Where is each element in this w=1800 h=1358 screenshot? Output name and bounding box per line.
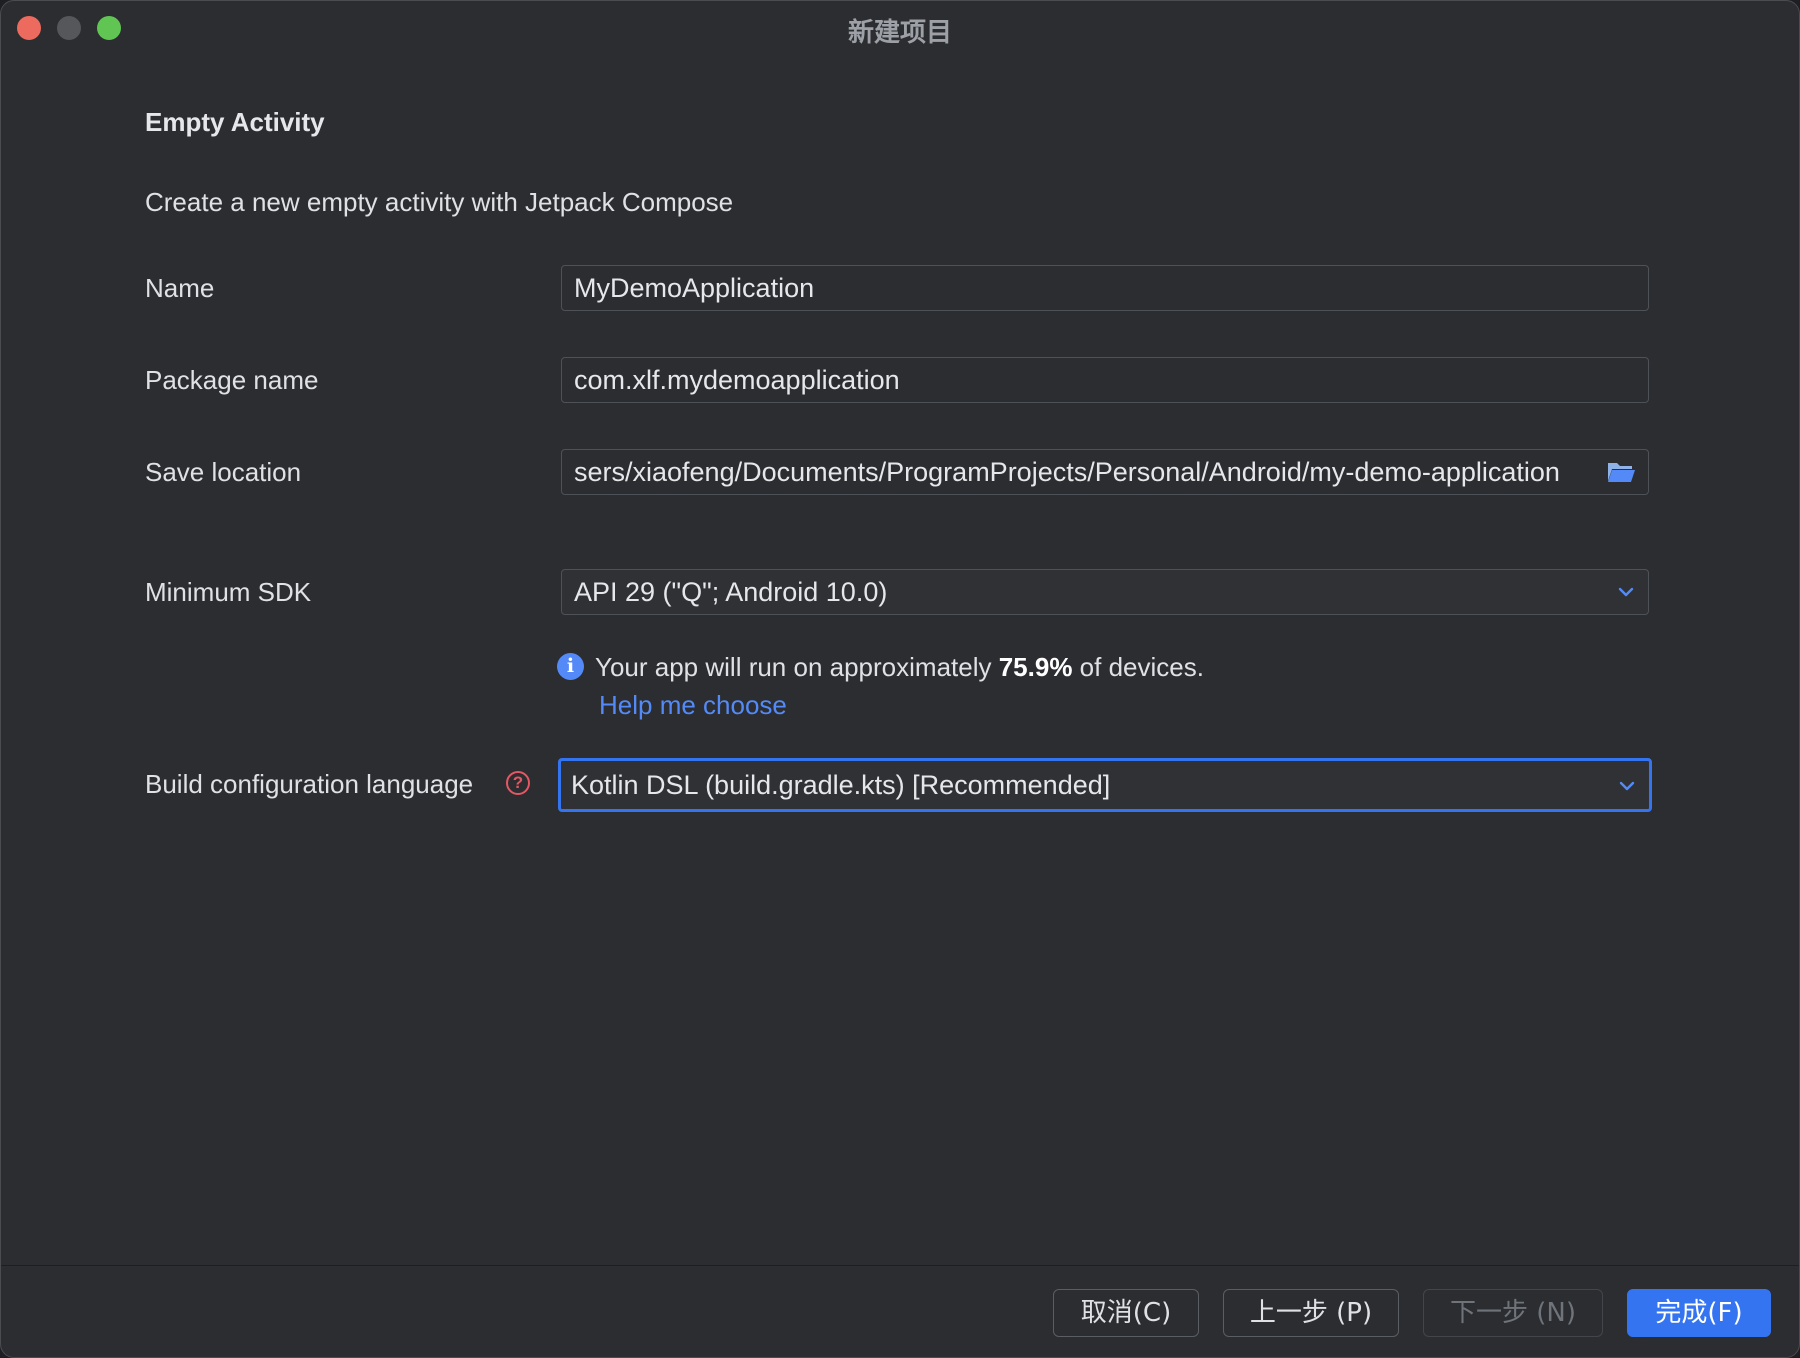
name-field[interactable]: MyDemoApplication: [561, 265, 1649, 311]
minimum-sdk-label: Minimum SDK: [145, 577, 312, 607]
name-label: Name: [145, 273, 215, 303]
window-title: 新建项目: [847, 17, 952, 47]
package-name-label: Package name: [145, 365, 319, 395]
minimum-sdk-value: API 29 ("Q"; Android 10.0): [574, 577, 888, 607]
minimum-sdk-select[interactable]: API 29 ("Q"; Android 10.0): [561, 569, 1649, 615]
build-language-select[interactable]: Kotlin DSL (build.gradle.kts) [Recommend…: [558, 758, 1652, 812]
save-location-label: Save location: [145, 457, 302, 487]
finish-button[interactable]: 完成(F): [1627, 1289, 1771, 1337]
name-value: MyDemoApplication: [574, 273, 815, 303]
save-location-value: sers/xiaofeng/Documents/ProgramProjects/…: [574, 457, 1560, 487]
package-name-value: com.xlf.mydemoapplication: [574, 365, 900, 395]
new-project-dialog: 新建项目 Empty Activity Create a new empty a…: [0, 0, 1800, 1358]
coverage-prefix: Your app will run on approximately: [595, 652, 999, 682]
folder-icon[interactable]: [1606, 459, 1636, 485]
chevron-down-icon: [1618, 587, 1634, 597]
info-icon: i: [557, 653, 584, 680]
chevron-down-icon: [1619, 781, 1635, 791]
package-name-field[interactable]: com.xlf.mydemoapplication: [561, 357, 1649, 403]
coverage-percent: 75.9%: [998, 652, 1073, 682]
save-location-value-wrap: sers/xiaofeng/Documents/ProgramProjects/…: [574, 450, 1592, 494]
next-button[interactable]: 下一步 (N): [1423, 1289, 1603, 1337]
page-description: Create a new empty activity with Jetpack…: [145, 187, 734, 217]
coverage-suffix: of devices.: [1072, 652, 1204, 682]
previous-button[interactable]: 上一步 (P): [1223, 1289, 1399, 1337]
footer-divider: [1, 1265, 1799, 1266]
title-bar: 新建项目: [1, 1, 1799, 55]
save-location-field[interactable]: sers/xiaofeng/Documents/ProgramProjects/…: [561, 449, 1649, 495]
build-language-label: Build configuration language: [145, 769, 474, 799]
help-me-choose-link[interactable]: Help me choose: [599, 690, 787, 721]
page-heading: Empty Activity: [145, 107, 325, 137]
help-icon[interactable]: ?: [506, 771, 530, 795]
build-language-value: Kotlin DSL (build.gradle.kts) [Recommend…: [571, 770, 1111, 800]
device-coverage-text: Your app will run on approximately 75.9%…: [595, 652, 1204, 683]
cancel-button[interactable]: 取消(C): [1053, 1289, 1199, 1337]
